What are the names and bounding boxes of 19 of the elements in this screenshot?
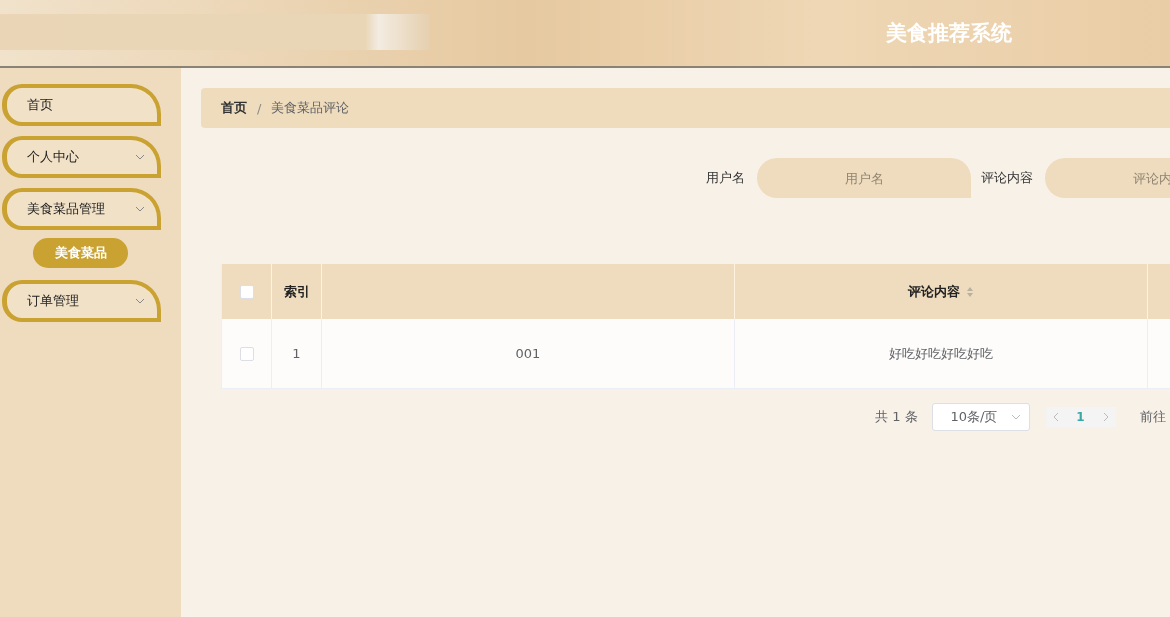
menu-item[interactable]: 个人中心 <box>2 136 161 178</box>
table-cell: 1 <box>292 346 301 361</box>
search-field[interactable]: 评论内 <box>1045 158 1170 198</box>
page-size-select[interactable]: 10条/页 <box>931 403 1030 431</box>
field-label: 评论内容 <box>981 169 1033 187</box>
breadcrumb-separator: / <box>257 100 262 116</box>
column-header: 索引 <box>283 282 310 301</box>
menu-item[interactable]: 美食菜品管理 <box>2 188 161 230</box>
menu-item[interactable]: 首页 <box>2 84 161 126</box>
column-header: 评论内容 <box>908 282 960 301</box>
menu-item[interactable]: 订单管理 <box>2 280 161 322</box>
total-count: 共 1 条 <box>875 408 918 426</box>
field-label: 用户名 <box>706 169 745 187</box>
table-cell: 好吃好吃好吃好吃 <box>889 344 993 363</box>
app-title: 美食推荐系统 <box>886 20 1012 47</box>
goto-label: 前往 <box>1139 408 1166 426</box>
table-cell: 001 <box>515 346 541 361</box>
breadcrumb-link[interactable]: 首页 <box>221 99 247 117</box>
search-field[interactable]: 用户名 <box>757 158 971 198</box>
